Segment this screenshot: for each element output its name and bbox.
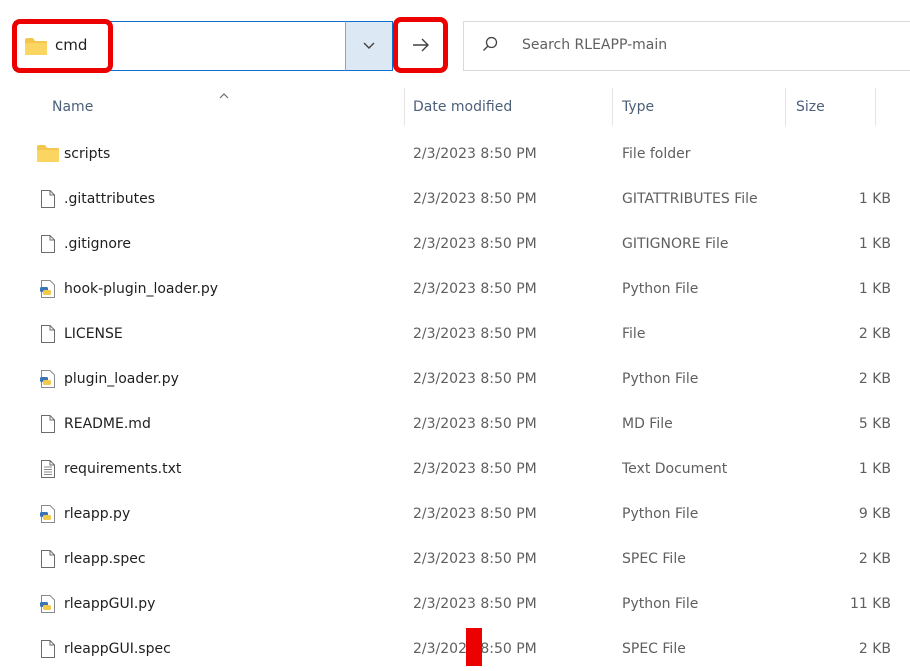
file-type: File folder	[622, 145, 691, 162]
file-name: rleappGUI.spec	[64, 640, 171, 657]
file-icon	[36, 311, 60, 356]
file-name: scripts	[64, 145, 111, 162]
file-row[interactable]: rleapp.spec 2/3/2023 8:50 PM SPEC File 2 KB	[0, 536, 910, 581]
file-row[interactable]: rleapp.py 2/3/2023 8:50 PM Python File 9 KB	[0, 491, 910, 536]
folder-icon	[24, 37, 48, 60]
file-size: 2 KB	[858, 370, 891, 387]
file-row[interactable]: requirements.txt 2/3/2023 8:50 PM Text Doc…	[0, 446, 910, 491]
file-icon	[36, 536, 60, 581]
file-date-modified: 2/3/2023 8:50 PM	[413, 280, 537, 297]
python-file-icon	[36, 266, 60, 311]
column-header-size[interactable]: Size	[796, 88, 866, 126]
file-size: 2 KB	[858, 640, 891, 657]
file-date-modified: 2/3/2023 8:50 PM	[413, 235, 537, 252]
file-name: LICENSE	[64, 325, 123, 342]
file-size: 2 KB	[858, 325, 891, 342]
python-file-icon	[36, 491, 60, 536]
file-row[interactable]: plugin_loader.py 2/3/2023 8:50 PM Python F…	[0, 356, 910, 401]
file-type: SPEC File	[622, 550, 686, 567]
file-type: Python File	[622, 370, 699, 387]
file-size: 1 KB	[858, 235, 891, 252]
file-name: rleapp.py	[64, 505, 131, 522]
file-icon	[36, 626, 60, 671]
address-path-text[interactable]: cmd	[55, 36, 87, 54]
file-size: 2 KB	[858, 550, 891, 567]
file-type: Text Document	[622, 460, 728, 477]
address-dropdown-button[interactable]	[345, 21, 393, 71]
column-header-type[interactable]: Type	[622, 88, 782, 126]
file-date-modified: 2/3/2023 8:50 PM	[413, 370, 537, 387]
file-row[interactable]: LICENSE 2/3/2023 8:50 PM File 2 KB	[0, 311, 910, 356]
chevron-down-icon	[363, 42, 375, 49]
file-icon	[36, 221, 60, 266]
column-header-name[interactable]: Name	[52, 88, 402, 126]
file-row[interactable]: hook-plugin_loader.py 2/3/2023 8:50 PM Pyt…	[0, 266, 910, 311]
file-icon	[36, 176, 60, 221]
file-name: .gitattributes	[64, 190, 156, 207]
file-type: SPEC File	[622, 640, 686, 657]
file-row[interactable]: scripts 2/3/2023 8:50 PM File folder	[0, 131, 910, 176]
file-name: README.md	[64, 415, 151, 432]
file-name: requirements.txt	[64, 460, 182, 477]
file-row[interactable]: README.md 2/3/2023 8:50 PM MD File 5 KB	[0, 401, 910, 446]
column-divider[interactable]	[875, 88, 876, 126]
file-type: Python File	[622, 595, 699, 612]
search-icon	[482, 36, 498, 56]
file-date-modified: 2/3/2023 8:50 PM	[413, 190, 537, 207]
column-divider[interactable]	[612, 88, 613, 126]
go-button[interactable]	[398, 22, 443, 68]
file-type: MD File	[622, 415, 673, 432]
red-annotation-mark	[466, 628, 482, 666]
file-type: GITATTRIBUTES File	[622, 190, 758, 207]
file-date-modified: 2/3/2023 8:50 PM	[413, 325, 537, 342]
file-size: 1 KB	[858, 460, 891, 477]
file-row[interactable]: rleappGUI.py 2/3/2023 8:50 PM Python File 1…	[0, 581, 910, 626]
file-date-modified: 2/3/2023 8:50 PM	[413, 460, 537, 477]
python-file-icon	[36, 581, 60, 626]
file-row[interactable]: rleappGUI.spec 2/3/2023 8:50 PM SPEC File 2…	[0, 626, 910, 671]
file-icon	[36, 401, 60, 446]
file-name: .gitignore	[64, 235, 131, 252]
file-size	[790, 131, 891, 176]
file-type: Python File	[622, 505, 699, 522]
file-size: 1 KB	[858, 190, 891, 207]
file-name: rleappGUI.py	[64, 595, 156, 612]
file-date-modified: 2/3/2023 8:50 PM	[413, 145, 537, 162]
file-size: 5 KB	[858, 415, 891, 432]
search-input[interactable]: Search RLEAPP-main	[522, 37, 667, 53]
file-type: File	[622, 325, 646, 342]
file-name: rleapp.spec	[64, 550, 146, 567]
file-row[interactable]: .gitignore 2/3/2023 8:50 PM GITIGNORE File…	[0, 221, 910, 266]
python-file-icon	[36, 356, 60, 401]
file-type: Python File	[622, 280, 699, 297]
file-date-modified: 2/3/2023 8:50 PM	[413, 505, 537, 522]
file-row[interactable]: .gitattributes 2/3/2023 8:50 PM GITATTRIBU…	[0, 176, 910, 221]
text-file-icon	[36, 446, 60, 491]
file-type: GITIGNORE File	[622, 235, 729, 252]
file-date-modified: 2/3/2023 8:50 PM	[413, 595, 537, 612]
file-size: 1 KB	[858, 280, 891, 297]
column-divider[interactable]	[404, 88, 405, 126]
file-name: hook-plugin_loader.py	[64, 280, 219, 297]
column-divider[interactable]	[785, 88, 786, 126]
file-name: plugin_loader.py	[64, 370, 179, 387]
file-date-modified: 2/3/2023 8:50 PM	[413, 415, 537, 432]
column-header-date[interactable]: Date modified	[413, 88, 603, 126]
file-size: 9 KB	[858, 505, 891, 522]
file-size: 11 KB	[849, 595, 891, 612]
file-date-modified: 2/3/2023 8:50 PM	[413, 550, 537, 567]
arrow-right-icon	[412, 38, 429, 52]
folder-icon	[36, 131, 60, 176]
